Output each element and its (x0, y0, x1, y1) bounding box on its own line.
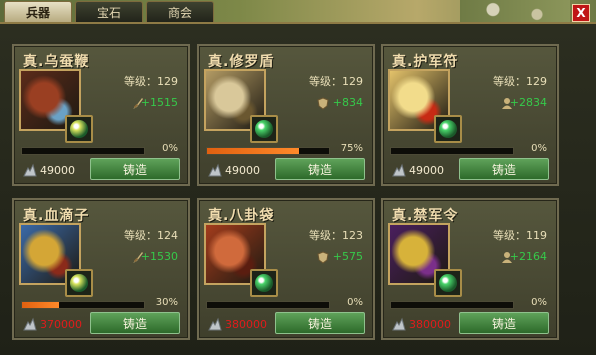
forge-progress-bar (21, 147, 145, 155)
stat-bonus: +2164 (509, 250, 547, 263)
forge-progress-label: 0% (162, 143, 178, 154)
gem-slot[interactable] (65, 269, 93, 297)
forge-progress-bar (390, 301, 514, 309)
silver-icon (391, 162, 407, 178)
forge-progress-fill (207, 148, 299, 154)
forge-progress-label: 75% (340, 143, 363, 154)
forge-progress-label: 0% (347, 297, 363, 308)
silver-icon (22, 162, 38, 178)
equipment-level: 等级：129 (493, 75, 547, 88)
gem-icon (70, 274, 88, 292)
silver-icon (207, 162, 223, 178)
tab-gems[interactable]: 宝石 (75, 1, 143, 22)
forge-button[interactable]: 铸造 (275, 158, 365, 180)
forge-panel: 真.乌蚕鞭 等级：129 +1515 0% 49000 铸造 真.修罗盾 等级：… (0, 22, 596, 355)
stat-bonus: +1530 (140, 250, 178, 263)
equipment-level: 等级：119 (493, 229, 547, 242)
silver-icon (22, 316, 38, 332)
tab-guild[interactable]: 商会 (146, 1, 214, 22)
gem-icon (255, 120, 273, 138)
stat-bonus: +834 (332, 96, 363, 109)
gem-icon (439, 120, 457, 138)
equipment-card: 真.血滴子 等级：124 +1530 30% 370000 铸造 (12, 198, 190, 340)
silver-icon (207, 316, 223, 332)
equipment-level: 等级：124 (124, 229, 178, 242)
forge-button[interactable]: 铸造 (459, 158, 549, 180)
shield-icon (317, 95, 329, 110)
stat-bonus: +575 (332, 250, 363, 263)
gem-slot[interactable] (65, 115, 93, 143)
forge-cost: 380000 (225, 318, 267, 331)
equipment-card: 真.禁军令 等级：119 +2164 0% 380000 铸造 (381, 198, 559, 340)
shield-icon (317, 249, 329, 264)
equipment-level: 等级：123 (309, 229, 363, 242)
stat-bonus: +1515 (140, 96, 178, 109)
forge-cost: 370000 (40, 318, 82, 331)
gem-slot[interactable] (250, 115, 278, 143)
forge-cost: 49000 (225, 164, 260, 177)
equipment-level: 等级：129 (124, 75, 178, 88)
equipment-card: 真.八卦袋 等级：123 +575 0% 380000 铸造 (197, 198, 375, 340)
equipment-card: 真.护军符 等级：129 +2834 0% 49000 铸造 (381, 44, 559, 186)
silver-icon (391, 316, 407, 332)
tab-weapons[interactable]: 兵器 (4, 1, 72, 22)
equipment-card: 真.修罗盾 等级：129 +834 75% 49000 铸造 (197, 44, 375, 186)
forge-progress-bar (206, 147, 330, 155)
stat-bonus: +2834 (509, 96, 547, 109)
gem-slot[interactable] (434, 115, 462, 143)
gem-slot[interactable] (434, 269, 462, 297)
close-button[interactable]: X (572, 4, 590, 22)
forge-progress-bar (206, 301, 330, 309)
forge-button[interactable]: 铸造 (90, 158, 180, 180)
forge-progress-fill (22, 302, 59, 308)
gem-icon (255, 274, 273, 292)
forge-button[interactable]: 铸造 (90, 312, 180, 334)
forge-progress-label: 0% (531, 143, 547, 154)
equipment-name: 真.八卦袋 (208, 208, 275, 224)
equipment-name: 真.修罗盾 (208, 54, 275, 70)
forge-cost: 49000 (409, 164, 444, 177)
forge-progress-bar (390, 147, 514, 155)
equipment-name: 真.护军符 (392, 54, 459, 70)
gem-slot[interactable] (250, 269, 278, 297)
forge-progress-label: 30% (155, 297, 178, 308)
tab-bar: 兵器 宝石 商会 (4, 1, 214, 23)
forge-button[interactable]: 铸造 (459, 312, 549, 334)
equipment-name: 真.血滴子 (23, 208, 90, 224)
gem-icon (439, 274, 457, 292)
forge-progress-bar (21, 301, 145, 309)
forge-progress-label: 0% (531, 297, 547, 308)
equipment-card: 真.乌蚕鞭 等级：129 +1515 0% 49000 铸造 (12, 44, 190, 186)
forge-cost: 380000 (409, 318, 451, 331)
forge-cost: 49000 (40, 164, 75, 177)
equipment-name: 真.乌蚕鞭 (23, 54, 90, 70)
equipment-level: 等级：129 (309, 75, 363, 88)
equipment-name: 真.禁军令 (392, 208, 459, 224)
forge-button[interactable]: 铸造 (275, 312, 365, 334)
gem-icon (70, 120, 88, 138)
